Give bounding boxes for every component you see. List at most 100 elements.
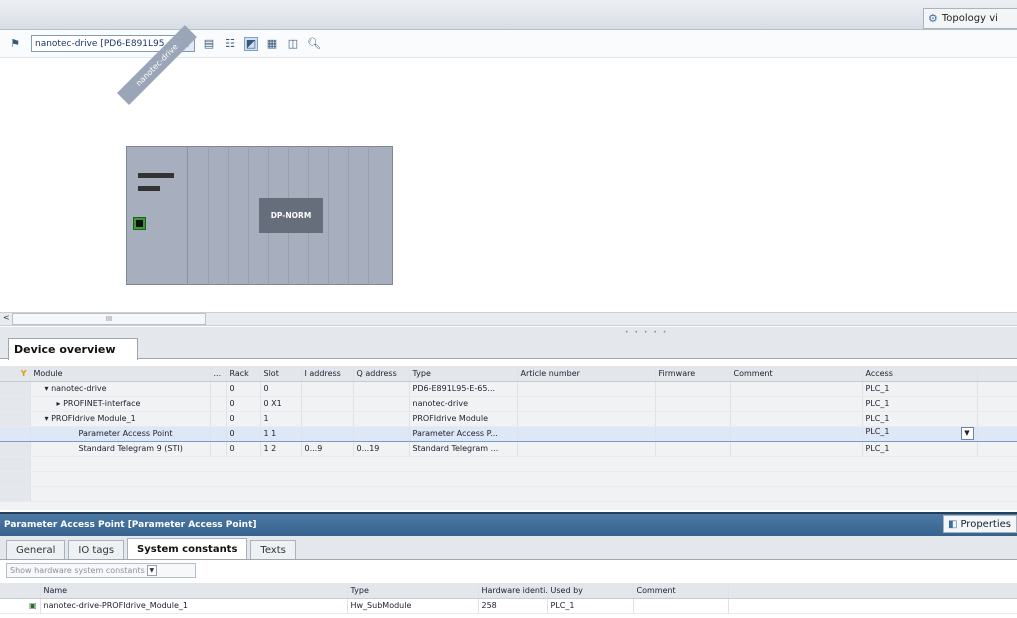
slot-cell: 1: [260, 411, 302, 427]
table-row[interactable]: ▾ PROFIdrive Module_1 0 1 PROFIdrive Mod…: [0, 411, 1017, 427]
access-value: PLC_1: [865, 427, 890, 436]
name-cell: nanotec-drive-PROFIdrive_Module_1: [40, 598, 348, 614]
column-header[interactable]: Firmware: [655, 366, 731, 382]
q-address-cell: [353, 425, 410, 442]
column-header[interactable]: Comment: [730, 366, 863, 382]
grid-icon[interactable]: ▦: [265, 37, 279, 51]
hw-constant-icon: ▣: [0, 598, 41, 614]
module-cell: ▸ PROFINET-interface: [30, 396, 211, 412]
split-view-icon[interactable]: ◫: [286, 37, 300, 51]
cell: [210, 425, 227, 442]
module-name: Standard Telegram 9 (STI): [78, 444, 183, 453]
topology-tab-label: Topology vi: [941, 13, 998, 24]
expand-down-icon[interactable]: ▾: [45, 384, 49, 393]
chevron-down-icon[interactable]: ▼: [960, 427, 974, 440]
cell: [30, 456, 1017, 472]
slot-cell: 0: [260, 381, 302, 397]
system-constants-table: Name Type Hardware identi. Used by Comme…: [0, 583, 1017, 618]
device-overview-tabstrip: [0, 327, 1017, 359]
table-header-row: Y Module ... Rack Slot I address Q addre…: [0, 366, 1017, 382]
table-row-empty[interactable]: [0, 456, 1017, 472]
cell: [210, 381, 227, 397]
properties-tabstrip: General IO tags System constants Texts: [0, 536, 1017, 560]
column-header[interactable]: Type: [347, 583, 479, 599]
slot-divider: [328, 146, 329, 285]
access-cell: PLC_1: [862, 441, 978, 457]
table-row[interactable]: Standard Telegram 9 (STI) 0 1 2 0...9 0.…: [0, 441, 1017, 457]
q-address-cell: [353, 396, 410, 412]
column-header[interactable]: Name: [40, 583, 348, 599]
column-header[interactable]: ...: [210, 366, 227, 382]
topology-view-tab[interactable]: ⚙ Topology vi: [923, 8, 1017, 29]
column-header[interactable]: Type: [409, 366, 518, 382]
scrollbar-thumb[interactable]: III: [12, 313, 206, 325]
status-led-bar: [138, 186, 160, 191]
properties-icon: ◧: [948, 518, 958, 530]
module-tree-icon: Y: [0, 366, 31, 382]
module-name: PROFINET-interface: [63, 399, 141, 408]
tab-system-constants[interactable]: System constants: [127, 538, 248, 559]
used-by-link[interactable]: PLC_1: [547, 598, 634, 614]
access-cell: PLC_1: [862, 396, 978, 412]
slot-divider: [208, 146, 209, 285]
column-header[interactable]: I address: [301, 366, 354, 382]
column-header[interactable]: Comment: [633, 583, 729, 599]
module-cell: Standard Telegram 9 (STI): [30, 441, 211, 457]
cell: [977, 441, 1017, 457]
cell: [977, 396, 1017, 412]
i-address-cell: [301, 411, 354, 427]
table-row[interactable]: ▾ nanotec-drive 0 0 PD6-E891L95-E-65... …: [0, 381, 1017, 397]
network-device-icon[interactable]: ⚑: [8, 37, 22, 51]
chevron-down-icon[interactable]: ▼: [146, 565, 157, 576]
head-module[interactable]: [126, 146, 188, 285]
comment-cell: [633, 598, 729, 614]
table-row[interactable]: ▣ nanotec-drive-PROFIdrive_Module_1 Hw_S…: [0, 598, 1017, 614]
type-cell: Hw_SubModule: [347, 598, 479, 614]
column-header[interactable]: Q address: [353, 366, 410, 382]
column-header[interactable]: Article number: [517, 366, 656, 382]
slot-divider: [348, 146, 349, 285]
column-header[interactable]: Used by: [547, 583, 634, 599]
column-header[interactable]: Access: [862, 366, 978, 382]
expand-down-icon[interactable]: ▾: [45, 414, 49, 423]
rack-cell: 0: [226, 441, 261, 457]
row-gutter: [0, 441, 31, 457]
rack-cell: 0: [226, 411, 261, 427]
zoom-icon[interactable]: 🔍︎: [307, 37, 321, 51]
table-row-selected[interactable]: Parameter Access Point 0 1 1 Parameter A…: [0, 425, 1017, 442]
tab-texts[interactable]: Texts: [250, 540, 296, 559]
dp-norm-module[interactable]: DP-NORM: [259, 198, 323, 233]
tab-io-tags[interactable]: IO tags: [68, 540, 125, 559]
table-row[interactable]: ▸ PROFINET-interface 0 0 X1 nanotec-driv…: [0, 396, 1017, 412]
expand-right-icon[interactable]: ▸: [57, 399, 61, 408]
column-header[interactable]: Rack: [226, 366, 261, 382]
properties-button[interactable]: ◧ Properties: [943, 515, 1017, 533]
scroll-left-icon[interactable]: <: [3, 313, 10, 322]
hw-id-cell: 258: [478, 598, 548, 614]
column-header[interactable]: Slot: [260, 366, 302, 382]
tab-general[interactable]: General: [6, 540, 66, 559]
slot-cell: 1 1: [260, 425, 302, 442]
table-row-empty[interactable]: [0, 486, 1017, 502]
type-cell: nanotec-drive: [409, 396, 518, 412]
cell: [728, 598, 1017, 614]
comment-cell: [730, 396, 863, 412]
cell: [30, 486, 1017, 502]
show-module-labels-icon[interactable]: ☷: [223, 37, 237, 51]
filter-value: Show hardware system constants: [10, 566, 145, 575]
column-header[interactable]: Module: [30, 366, 211, 382]
tab-device-overview[interactable]: Device overview: [8, 338, 138, 360]
article-cell: [517, 441, 656, 457]
page-break-icon[interactable]: ◩: [244, 36, 258, 51]
properties-button-label: Properties: [960, 518, 1011, 530]
column-header[interactable]: Hardware identi.: [478, 583, 548, 599]
table-row-empty[interactable]: [0, 471, 1017, 487]
system-constants-filter[interactable]: Show hardware system constants ▼: [6, 563, 196, 578]
device-data-icon[interactable]: ▤: [202, 37, 216, 51]
comment-cell: [730, 411, 863, 427]
splitter-grip-icon[interactable]: • • • • •: [625, 329, 668, 336]
rack-cell: 0: [226, 381, 261, 397]
topology-icon: ⚙: [928, 12, 938, 25]
access-dropdown[interactable]: PLC_1 ▼: [862, 425, 978, 442]
device-select-value: nanotec-drive [PD6-E891L95: [35, 38, 165, 49]
